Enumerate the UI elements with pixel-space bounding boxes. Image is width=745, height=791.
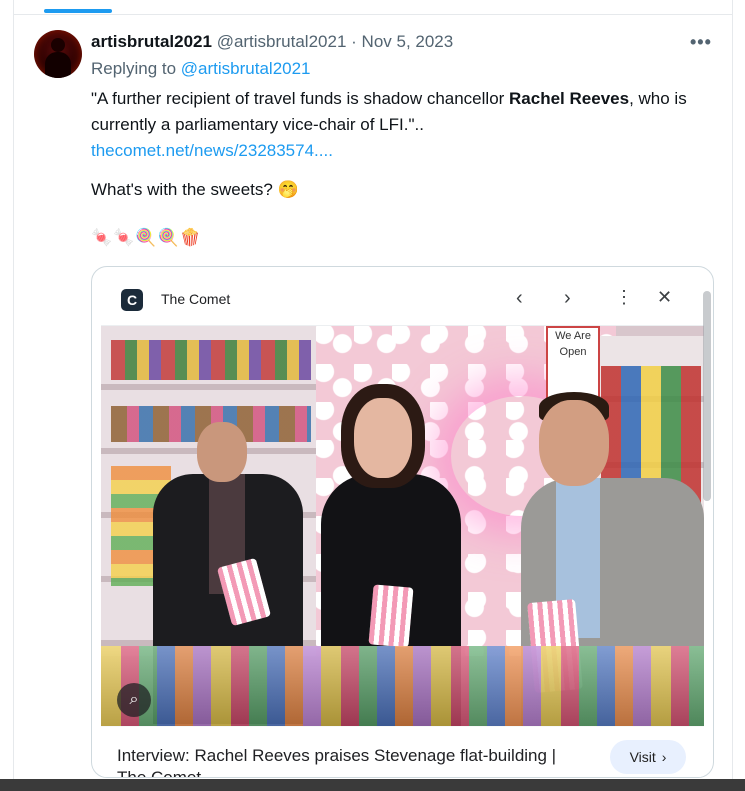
avatar-figure-body — [45, 52, 71, 78]
photo-open-sign: We Are Open — [546, 326, 600, 400]
replying-to-label: Replying to — [91, 59, 177, 78]
link-preview-card[interactable]: C The Comet ‹ › ⋮ ✕ We Are Open ⌕ Interv… — [91, 266, 714, 778]
card-top-bar: C The Comet ‹ › ⋮ ✕ — [101, 275, 704, 326]
timeline-left-border — [13, 0, 14, 791]
card-title[interactable]: Interview: Rachel Reeves praises Stevena… — [117, 745, 577, 777]
visit-button[interactable]: Visit › — [610, 740, 686, 774]
emoji-row: 🍬🍬🍭🍭🍿 — [91, 228, 202, 247]
photo-counter-shade — [101, 646, 704, 726]
tweet-header: artisbrutal2021 @artisbrutal2021 · Nov 5… — [91, 32, 453, 52]
tweet-text: "A further recipient of travel funds is … — [91, 86, 711, 164]
site-name: The Comet — [161, 291, 231, 307]
visit-label: Visit — [629, 749, 656, 765]
bottom-bar — [0, 779, 745, 791]
close-icon[interactable]: ✕ — [657, 287, 672, 308]
card-footer: Interview: Rachel Reeves praises Stevena… — [101, 727, 704, 777]
article-photo[interactable]: We Are Open ⌕ — [101, 326, 704, 726]
question-text: What's with the sweets? 🤭 — [91, 180, 299, 199]
header-divider — [13, 14, 733, 15]
author-name[interactable]: artisbrutal2021 — [91, 32, 212, 51]
forward-arrow-icon[interactable]: › — [564, 287, 571, 310]
site-icon: C — [121, 289, 143, 311]
photo-person-left-head — [197, 422, 247, 482]
card-inner: C The Comet ‹ › ⋮ ✕ We Are Open ⌕ Interv… — [101, 275, 704, 777]
lens-search-icon[interactable]: ⌕ — [117, 683, 151, 717]
photo-sweet-bag — [368, 584, 414, 648]
quote-start: "A further recipient of travel funds is … — [91, 89, 510, 108]
meta-separator: · — [351, 32, 357, 51]
card-scrollbar[interactable] — [703, 291, 711, 501]
avatar-figure-head — [51, 38, 65, 52]
more-options-icon[interactable]: ••• — [690, 32, 712, 53]
avatar[interactable] — [34, 30, 82, 78]
chevron-right-icon: › — [661, 749, 667, 765]
more-vertical-icon[interactable]: ⋮ — [615, 287, 633, 308]
quote-bold-name: Rachel Reeves — [509, 89, 630, 108]
photo-person-right-head — [539, 400, 609, 486]
photo-jars-row-1 — [111, 340, 311, 380]
replying-to: Replying to @artisbrutal2021 — [91, 59, 311, 79]
timeline-right-border — [732, 0, 733, 791]
article-link[interactable]: thecomet.net/news/23283574.... — [91, 141, 333, 160]
back-arrow-icon[interactable]: ‹ — [516, 287, 523, 310]
tweet-date[interactable]: Nov 5, 2023 — [362, 32, 454, 51]
replying-to-handle[interactable]: @artisbrutal2021 — [181, 59, 311, 78]
active-tab-indicator — [44, 9, 112, 13]
photo-person-center-head — [354, 398, 412, 478]
author-handle[interactable]: @artisbrutal2021 — [217, 32, 347, 51]
